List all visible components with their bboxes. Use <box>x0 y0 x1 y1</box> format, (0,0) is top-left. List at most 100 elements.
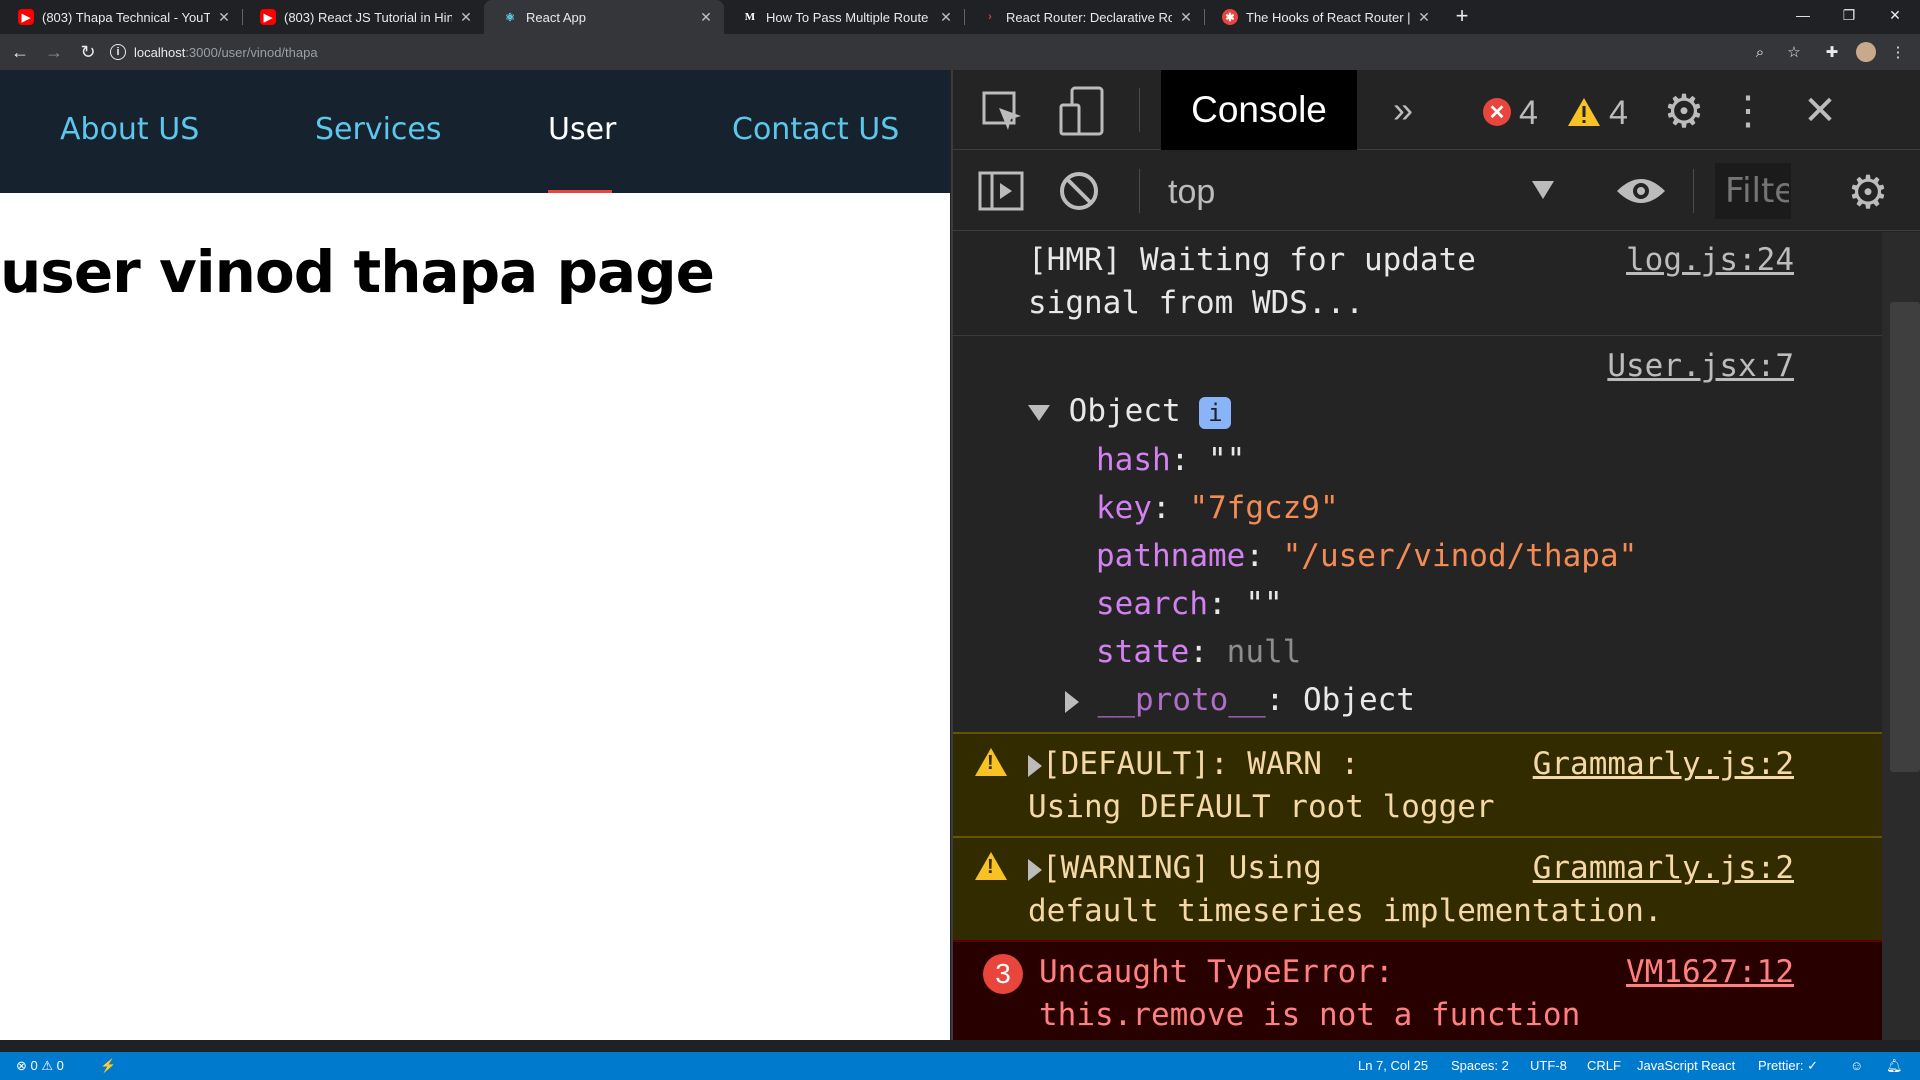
source-link[interactable]: User.jsx:7 <box>1607 348 1794 384</box>
live-share-icon[interactable]: ⚡ <box>100 1058 116 1074</box>
site-navbar: About US Services User Contact US <box>0 70 950 193</box>
error-icon[interactable]: ✕ <box>1483 98 1511 126</box>
warning-icon[interactable] <box>1567 96 1601 128</box>
extensions-icon[interactable]: ✚ <box>1814 34 1850 70</box>
browser-toolbar: ← → ↻ i localhost:3000/user/vinod/thapa <box>0 34 1920 70</box>
feedback-icon[interactable]: ☺ <box>1850 1058 1863 1073</box>
console-scrollbar[interactable] <box>1882 232 1920 1040</box>
collapse-triangle-icon <box>1065 690 1079 713</box>
language-mode[interactable]: JavaScript React <box>1637 1058 1735 1073</box>
close-tab-icon[interactable]: ✕ <box>1178 9 1194 26</box>
source-link[interactable]: Grammarly.js:2 <box>1533 746 1794 782</box>
error-count[interactable]: 4 <box>1519 94 1538 133</box>
address-bar[interactable]: i localhost:3000/user/vinod/thapa <box>110 38 1790 66</box>
console-filter-bar: top ⚙ <box>953 151 1920 231</box>
indentation[interactable]: Spaces: 2 <box>1451 1058 1509 1073</box>
browser-tab[interactable]: ▶ (803) Thapa Technical - YouTube ✕ <box>0 0 243 34</box>
page-heading: user vinod thapa page <box>0 238 715 306</box>
warning-text: [DEFAULT]: WARN : <box>1042 746 1360 782</box>
nav-link-services[interactable]: Services <box>315 112 442 147</box>
warning-expander[interactable]: [DEFAULT]: WARN : <box>1028 746 1359 782</box>
more-tabs-chevron-icon[interactable]: » <box>1383 88 1423 132</box>
nav-link-about[interactable]: About US <box>60 112 199 147</box>
proto-expander[interactable]: __proto__: Object <box>1065 682 1415 718</box>
browser-tab-active[interactable]: ⚛ React App ✕ <box>484 0 724 34</box>
close-tab-icon[interactable]: ✕ <box>458 9 474 26</box>
source-link[interactable]: log.js:24 <box>1626 242 1794 278</box>
browser-tab[interactable]: ▶ (803) React JS Tutorial in Hindi 2 ✕ <box>242 0 485 34</box>
close-devtools-icon[interactable]: ✕ <box>1795 86 1845 136</box>
scrollbar-thumb[interactable] <box>1890 302 1920 772</box>
warning-expander[interactable]: [WARNING] Using <box>1028 850 1322 886</box>
inspect-element-icon[interactable] <box>979 88 1027 136</box>
css-tricks-icon: ✱ <box>1222 9 1238 25</box>
close-tab-icon[interactable]: ✕ <box>1416 9 1432 26</box>
restore-icon[interactable]: ❐ <box>1826 0 1872 30</box>
profile-avatar[interactable] <box>1848 34 1884 70</box>
tab-title: React Router: Declarative Routing <box>1006 9 1172 25</box>
page-horizontal-scrollbar[interactable] <box>0 1040 951 1052</box>
console-log-message: [HMR] Waiting for update signal from WDS… <box>953 232 1882 336</box>
cursor-position[interactable]: Ln 7, Col 25 <box>1358 1058 1428 1073</box>
device-toolbar-icon[interactable] <box>1057 84 1107 138</box>
encoding[interactable]: UTF-8 <box>1530 1058 1567 1073</box>
back-icon[interactable]: ← <box>6 38 34 66</box>
property-key: __proto__ <box>1097 682 1266 718</box>
youtube-icon: ▶ <box>18 9 34 25</box>
object-expander[interactable]: Object i <box>1028 393 1232 429</box>
minimize-icon[interactable]: — <box>1780 0 1826 30</box>
notifications-bell-icon[interactable]: 🔔︎ <box>1886 1058 1903 1074</box>
browser-tab[interactable]: › React Router: Declarative Routing ✕ <box>964 0 1205 34</box>
toolbar-divider <box>1693 169 1694 213</box>
bookmark-star-icon[interactable]: ☆ <box>1776 34 1812 70</box>
devtools-menu-icon[interactable]: ⋮ <box>1728 86 1768 136</box>
source-link[interactable]: Grammarly.js:2 <box>1533 850 1794 886</box>
property-key: search <box>1096 586 1208 622</box>
close-tab-icon[interactable]: ✕ <box>698 9 714 26</box>
close-window-icon[interactable]: ✕ <box>1872 0 1918 30</box>
new-tab-button[interactable]: + <box>1450 5 1474 29</box>
nav-link-contact[interactable]: Contact US <box>732 112 899 147</box>
editor-status-bar: ⊗ 0 ⚠ 0 ⚡ Ln 7, Col 25 Spaces: 2 UTF-8 C… <box>0 1052 1920 1080</box>
error-text: Uncaught TypeError: <box>1039 954 1394 990</box>
object-label: Object <box>1068 393 1181 429</box>
prettier-status[interactable]: Prettier: ✓ <box>1758 1058 1818 1074</box>
property-key: pathname <box>1096 538 1246 574</box>
property-value: null <box>1226 634 1302 670</box>
zoom-icon[interactable]: ⌕ <box>1742 34 1778 70</box>
devtools-toolbar: Console » ✕ 4 4 ⚙ ⋮ ✕ <box>953 70 1920 150</box>
nav-link-user[interactable]: User <box>548 112 616 147</box>
browser-tab[interactable]: ✱ The Hooks of React Router | CSS ✕ <box>1204 0 1442 34</box>
line-ending[interactable]: CRLF <box>1587 1058 1621 1073</box>
property-value: "/user/vinod/thapa" <box>1282 538 1638 574</box>
console-filter-input[interactable] <box>1715 163 1791 219</box>
info-icon[interactable]: i <box>1199 396 1232 429</box>
close-tab-icon[interactable]: ✕ <box>216 9 232 26</box>
problems-indicator[interactable]: ⊗ 0 ⚠ 0 <box>16 1058 64 1074</box>
context-selector[interactable]: top <box>1168 173 1215 212</box>
browser-menu-icon[interactable]: ⋮ <box>1880 34 1916 70</box>
warning-count[interactable]: 4 <box>1609 94 1628 133</box>
property-value: "" <box>1207 442 1246 478</box>
clear-console-icon[interactable] <box>1057 169 1101 213</box>
settings-gear-icon[interactable]: ⚙ <box>1659 85 1709 137</box>
close-tab-icon[interactable]: ✕ <box>938 9 954 26</box>
browser-tab[interactable]: M How To Pass Multiple Route Para ✕ <box>724 0 965 34</box>
reload-icon[interactable]: ↻ <box>74 38 102 66</box>
toolbar-divider <box>1139 169 1140 213</box>
source-link[interactable]: VM1627:12 <box>1626 954 1794 990</box>
show-sidebar-icon[interactable] <box>977 169 1025 213</box>
site-info-icon[interactable]: i <box>110 44 126 60</box>
tab-title: React App <box>526 9 586 25</box>
tab-console[interactable]: Console <box>1161 70 1357 150</box>
error-count-badge: 3 <box>983 954 1023 994</box>
dropdown-arrow-icon[interactable] <box>1532 181 1554 199</box>
tab-title: (803) Thapa Technical - YouTube <box>42 9 210 25</box>
tab-title: (803) React JS Tutorial in Hindi 2 <box>284 9 452 25</box>
console-settings-gear-icon[interactable]: ⚙ <box>1843 166 1893 218</box>
url-host: localhost <box>134 44 186 60</box>
live-expression-eye-icon[interactable] <box>1613 171 1669 211</box>
warning-triangle-icon: ⚠ <box>41 1058 54 1073</box>
console-warning-message: ! [WARNING] Using default timeseries imp… <box>953 836 1882 940</box>
forward-icon[interactable]: → <box>40 38 68 66</box>
